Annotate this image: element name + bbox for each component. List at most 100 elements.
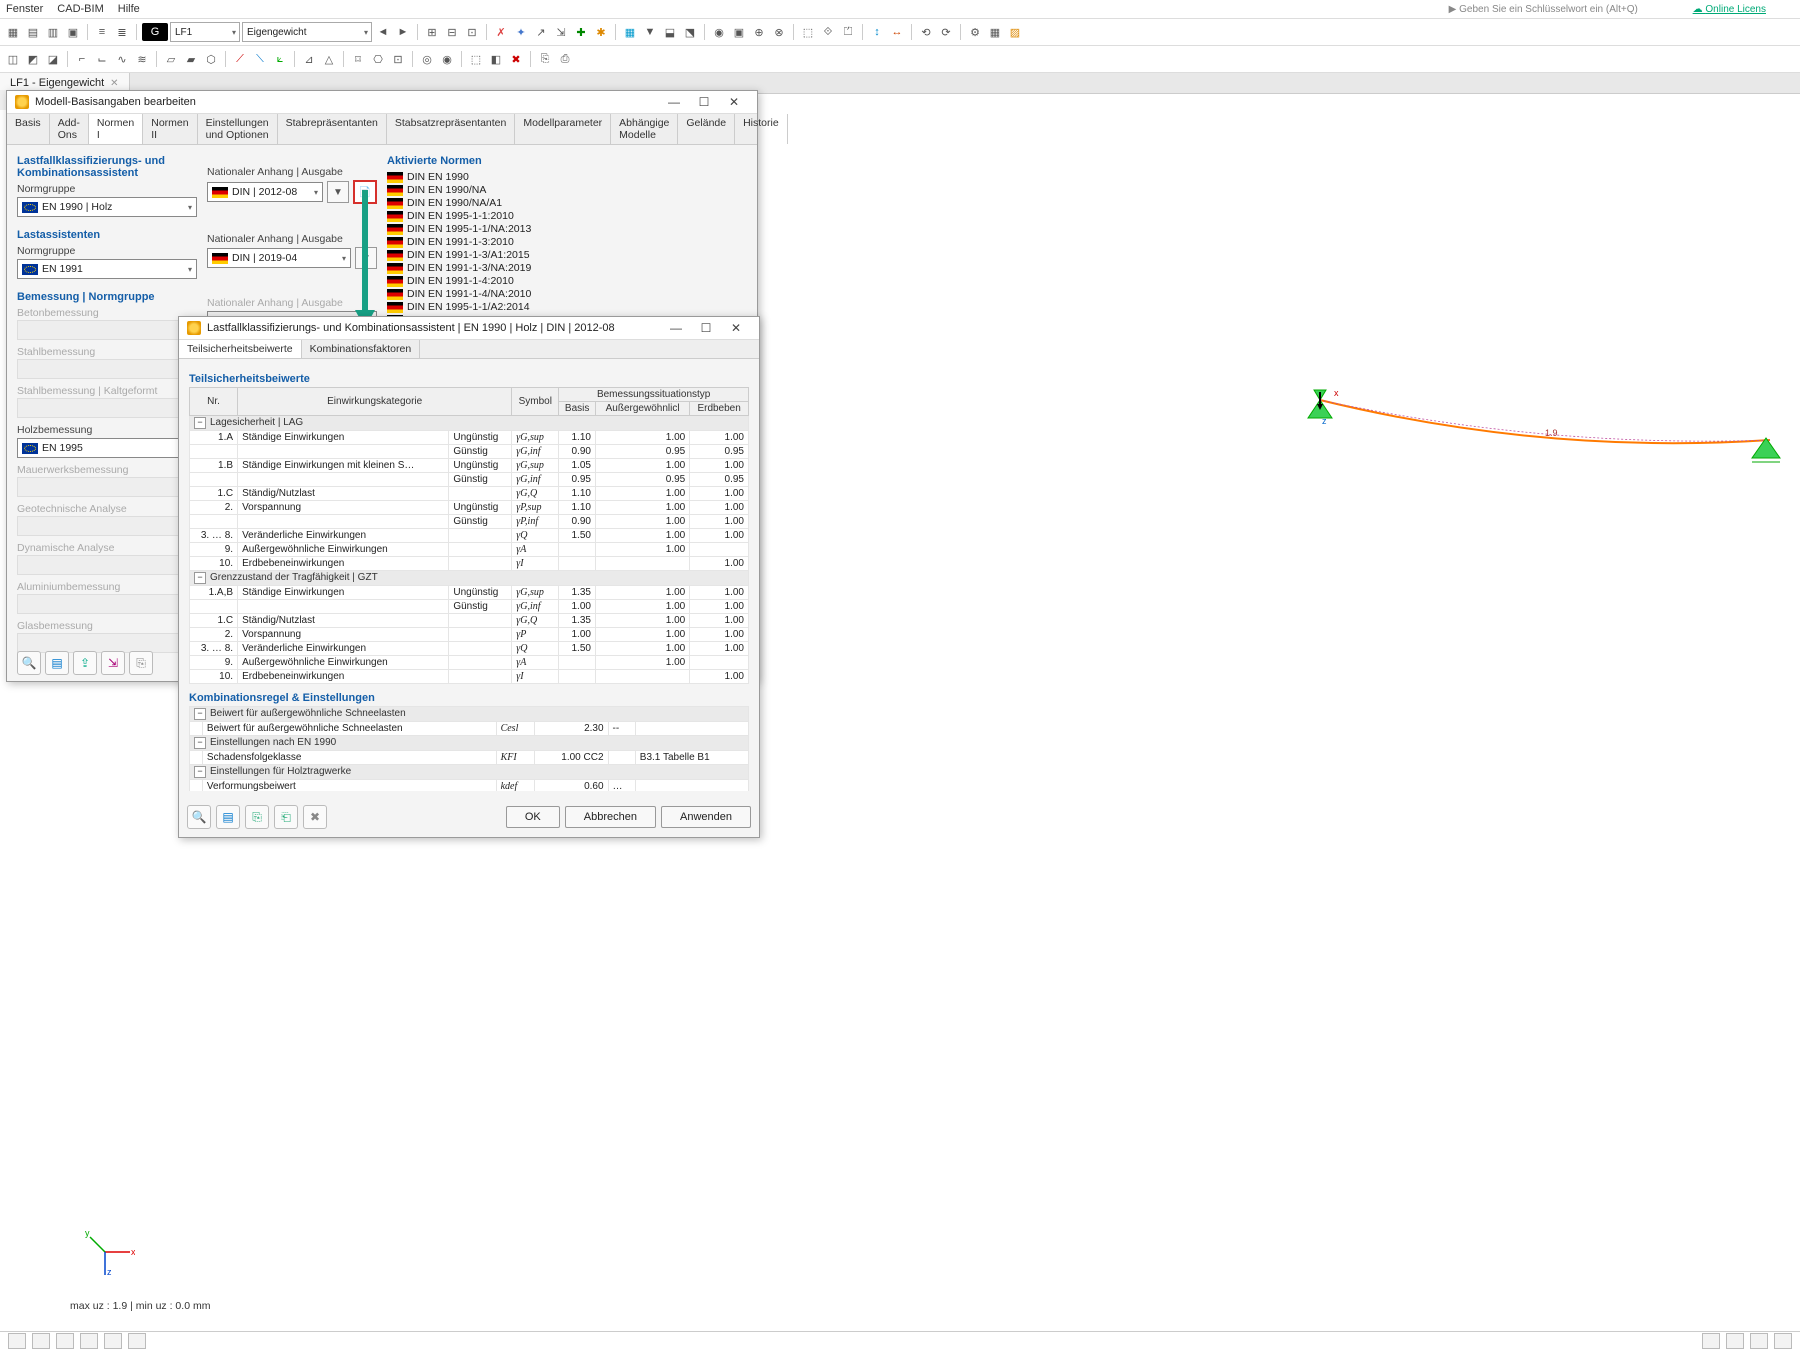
tb-icon[interactable]: ⌐	[73, 50, 91, 68]
tb-icon[interactable]: ⟀	[271, 50, 289, 68]
table-row[interactable]: 1.CStändig/NutzlastγG,Q1.101.001.00	[190, 487, 749, 501]
apply-button[interactable]: Anwenden	[661, 806, 751, 828]
tb-icon[interactable]: ◉	[438, 50, 456, 68]
tb-gear-icon[interactable]: ⚙	[966, 23, 984, 41]
tb-icon[interactable]: ↗	[532, 23, 550, 41]
minimize-button[interactable]: —	[659, 95, 689, 109]
list-icon[interactable]: ▤	[216, 805, 240, 829]
tb-icon[interactable]: ⟲	[917, 23, 935, 41]
tb-icon[interactable]: ⏍	[839, 23, 857, 41]
tb-next-icon[interactable]: ►	[394, 23, 412, 41]
settings-table[interactable]: −Beiwert für außergewöhnliche Schneelast…	[189, 706, 749, 791]
tb-icon[interactable]: ✗	[492, 23, 510, 41]
tb-icon[interactable]: ≋	[133, 50, 151, 68]
tb-icon[interactable]: ⬡	[202, 50, 220, 68]
copy-icon[interactable]: ⎘	[245, 805, 269, 829]
table-row[interactable]: 10.ErdbebeneinwirkungenγI1.00	[190, 670, 749, 684]
list-icon[interactable]: ▤	[45, 651, 69, 675]
tb-icon[interactable]: ◉	[710, 23, 728, 41]
tb-icon[interactable]: ▱	[162, 50, 180, 68]
tb-icon[interactable]: ⊡	[463, 23, 481, 41]
dlg1-tab[interactable]: Historie	[735, 114, 788, 144]
tb-icon[interactable]: ⊕	[750, 23, 768, 41]
tb-icon[interactable]: ▣	[64, 23, 82, 41]
tb-icon[interactable]: ⬚	[799, 23, 817, 41]
dlg1-tab[interactable]: Modellparameter	[515, 114, 611, 144]
copy-icon[interactable]: ⎘	[129, 651, 153, 675]
table-row[interactable]: 3. … 8.Veränderliche EinwirkungenγQ1.501…	[190, 642, 749, 656]
table-row[interactable]: 9.Außergewöhnliche EinwirkungenγA1.00	[190, 656, 749, 670]
tb-icon[interactable]: ⊞	[423, 23, 441, 41]
tb-icon[interactable]: ⎔	[369, 50, 387, 68]
import-icon[interactable]: ⇲	[101, 651, 125, 675]
status-icon[interactable]	[56, 1333, 74, 1349]
dlg1-tab[interactable]: Basis	[7, 114, 50, 144]
norm-item[interactable]: DIN EN 1991-1-4/NA:2010	[387, 288, 747, 301]
norm-item[interactable]: DIN EN 1995-1-1/A2:2014	[387, 301, 747, 314]
tb-icon[interactable]: ↕	[868, 23, 886, 41]
status-icon[interactable]	[8, 1333, 26, 1349]
tb-icon[interactable]: ≡	[93, 23, 111, 41]
tb-icon[interactable]: ◫	[4, 50, 22, 68]
table-row[interactable]: 1.A,BStändige EinwirkungenUngünstigγG,su…	[190, 586, 749, 600]
filter-icon[interactable]: ▼	[327, 181, 349, 203]
status-icon[interactable]	[1750, 1333, 1768, 1349]
dlg1-tab[interactable]: Normen II	[143, 114, 197, 144]
menu-cadbim[interactable]: CAD-BIM	[57, 3, 103, 15]
tb-icon[interactable]: ⎙	[556, 50, 574, 68]
tb-icon[interactable]: ⬔	[681, 23, 699, 41]
norm-item[interactable]: DIN EN 1991-1-3:2010	[387, 236, 747, 249]
table-row[interactable]: 9.Außergewöhnliche EinwirkungenγA1.00	[190, 543, 749, 557]
cancel-button[interactable]: Abbrechen	[565, 806, 656, 828]
last-anhang-dropdown[interactable]: DIN | 2019-04	[207, 248, 351, 268]
status-icon[interactable]	[80, 1333, 98, 1349]
tb-icon[interactable]: ⇲	[552, 23, 570, 41]
safety-factors-table[interactable]: Nr. Einwirkungskategorie Symbol Bemessun…	[189, 387, 749, 684]
tb-icon[interactable]: ∿	[113, 50, 131, 68]
menu-hilfe[interactable]: Hilfe	[118, 3, 140, 15]
dlg1-tab[interactable]: Stabsatzrepräsentanten	[387, 114, 516, 144]
paste-icon[interactable]: ⎗	[274, 805, 298, 829]
table-row[interactable]: 1.AStändige EinwirkungenUngünstigγG,sup1…	[190, 431, 749, 445]
close-button[interactable]: ✕	[719, 95, 749, 109]
tb-icon[interactable]: ⬓	[661, 23, 679, 41]
tb-icon[interactable]: ▦	[621, 23, 639, 41]
last-norm-dropdown[interactable]: EN 1991	[17, 259, 197, 279]
tb-icon[interactable]: ✦	[512, 23, 530, 41]
status-icon[interactable]	[104, 1333, 122, 1349]
table-row[interactable]: 1.BStändige Einwirkungen mit kleinen S…U…	[190, 459, 749, 473]
dlg1-tab[interactable]: Gelände	[678, 114, 735, 144]
tb-icon[interactable]: ◪	[44, 50, 62, 68]
norm-item[interactable]: DIN EN 1990/NA/A1	[387, 197, 747, 210]
filter-icon[interactable]: ▼	[355, 247, 377, 269]
table-row[interactable]: 1.CStändig/NutzlastγG,Q1.351.001.00	[190, 614, 749, 628]
tb-icon[interactable]: △	[320, 50, 338, 68]
combi-anhang-dropdown[interactable]: DIN | 2012-08	[207, 182, 323, 202]
tb-icon[interactable]: ▤	[24, 23, 42, 41]
tb-icon[interactable]: ▥	[44, 23, 62, 41]
tb-g-button[interactable]: G	[142, 23, 168, 41]
maximize-button[interactable]: ☐	[689, 95, 719, 109]
tb-icon[interactable]: ▣	[730, 23, 748, 41]
search-icon[interactable]: 🔍	[187, 805, 211, 829]
tb-icon[interactable]: ≣	[113, 23, 131, 41]
tb-icon[interactable]: ⟍	[251, 50, 269, 68]
tb-icon[interactable]: ⟳	[937, 23, 955, 41]
keyword-hint[interactable]: ▶ Geben Sie ein Schlüsselwort ein (Alt+Q…	[1449, 4, 1652, 15]
norm-item[interactable]: DIN EN 1995-1-1/NA:2013	[387, 223, 747, 236]
table-row[interactable]: GünstigγG,inf1.001.001.00	[190, 600, 749, 614]
table-row[interactable]: 10.ErdbebeneinwirkungenγI1.00	[190, 557, 749, 571]
tab-kombinationsfaktoren[interactable]: Kombinationsfaktoren	[302, 340, 421, 358]
tb-icon[interactable]: ⊿	[300, 50, 318, 68]
tb-icon[interactable]: ⊡	[389, 50, 407, 68]
norm-item[interactable]: DIN EN 1995-1-1:2010	[387, 210, 747, 223]
table-row[interactable]: 2.VorspannungγP1.001.001.00	[190, 628, 749, 642]
delete-icon[interactable]: ✖	[303, 805, 327, 829]
status-icon[interactable]	[1702, 1333, 1720, 1349]
table-row[interactable]: GünstigγG,inf0.900.950.95	[190, 445, 749, 459]
minimize-button[interactable]: —	[661, 321, 691, 335]
tb-icon[interactable]: ▰	[182, 50, 200, 68]
ok-button[interactable]: OK	[506, 806, 560, 828]
tb-icon[interactable]: ⊗	[770, 23, 788, 41]
norm-item[interactable]: DIN EN 1991-1-3/NA:2019	[387, 262, 747, 275]
